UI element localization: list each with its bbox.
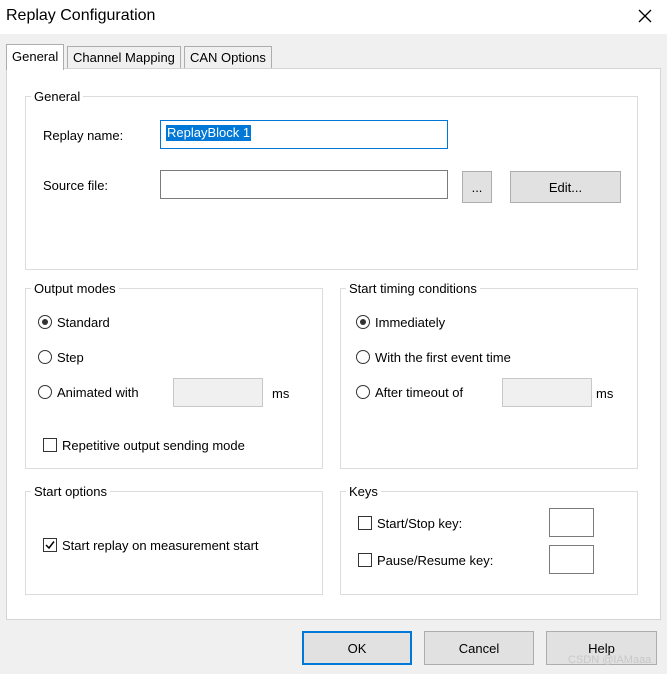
start-options-group-label: Start options	[31, 484, 110, 499]
general-group-label: General	[31, 89, 84, 104]
keys-group	[340, 491, 638, 595]
tab-channel-mapping[interactable]: Channel Mapping	[67, 46, 181, 69]
window-title: Replay Configuration	[6, 7, 156, 24]
start-replay-label: Start replay on measurement start	[62, 538, 259, 553]
replay-name-input[interactable]: ReplayBlock 1	[160, 120, 448, 149]
pause-resume-key-checkbox[interactable]	[358, 553, 372, 567]
repetitive-output-label: Repetitive output sending mode	[62, 438, 245, 453]
pause-resume-key-label: Pause/Resume key:	[377, 553, 494, 568]
radio-after-timeout-label: After timeout of	[375, 385, 464, 400]
edit-button[interactable]: Edit...	[510, 171, 621, 203]
timeout-ms-input[interactable]	[502, 378, 592, 407]
browse-button[interactable]: ...	[462, 171, 492, 203]
tab-general[interactable]: General	[6, 44, 65, 70]
replay-name-value: ReplayBlock 1	[166, 125, 252, 141]
start-stop-key-input[interactable]	[549, 508, 594, 537]
output-modes-group-label: Output modes	[31, 281, 119, 296]
radio-first-event[interactable]	[356, 350, 370, 364]
radio-after-timeout[interactable]	[356, 385, 370, 399]
start-stop-key-label: Start/Stop key:	[377, 516, 463, 531]
source-file-label: Source file:	[43, 178, 109, 193]
radio-immediately[interactable]	[356, 315, 370, 329]
animated-ms-input[interactable]	[173, 378, 263, 407]
close-icon	[638, 9, 652, 23]
replay-name-label: Replay name:	[43, 128, 124, 143]
pause-resume-key-input[interactable]	[549, 545, 594, 574]
start-replay-checkbox[interactable]	[43, 538, 57, 552]
repetitive-output-checkbox[interactable]	[43, 438, 57, 452]
start-stop-key-checkbox[interactable]	[358, 516, 372, 530]
tab-can-options[interactable]: CAN Options	[184, 46, 272, 69]
radio-step-label: Step	[57, 350, 84, 365]
radio-immediately-label: Immediately	[375, 315, 446, 330]
timeout-ms-unit: ms	[596, 386, 614, 401]
radio-first-event-label: With the first event time	[375, 350, 511, 365]
start-timing-group-label: Start timing conditions	[346, 281, 480, 296]
animated-ms-unit: ms	[272, 386, 290, 401]
radio-animated-with-label: Animated with	[57, 385, 139, 400]
radio-standard[interactable]	[38, 315, 52, 329]
cancel-button[interactable]: Cancel	[424, 631, 534, 665]
radio-animated-with[interactable]	[38, 385, 52, 399]
radio-standard-label: Standard	[57, 315, 110, 330]
ok-button[interactable]: OK	[302, 631, 412, 665]
source-file-input[interactable]	[160, 170, 448, 199]
radio-step[interactable]	[38, 350, 52, 364]
keys-group-label: Keys	[346, 484, 381, 499]
close-button[interactable]	[625, 2, 665, 30]
watermark: CSDN @IAMaaa	[568, 654, 652, 666]
checkmark-icon	[45, 541, 55, 550]
